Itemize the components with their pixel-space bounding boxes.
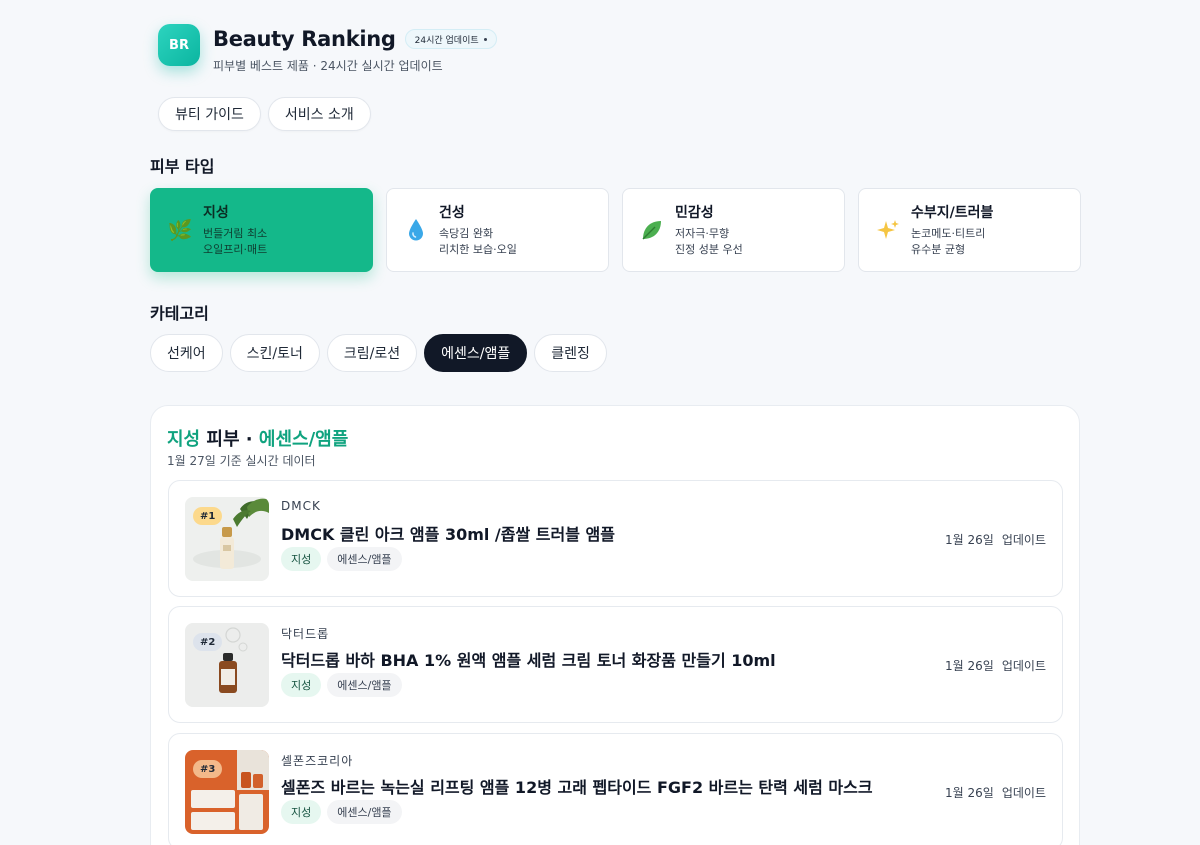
product-name[interactable]: DMCK 클린 아크 앰플 30ml /좁쌀 트러블 앰플 bbox=[281, 521, 615, 545]
skin-type-list: 🌿 지성 번들거림 최소 오일프리·매트 건성 속당김 완화 리치한 보습·오일… bbox=[150, 188, 1081, 272]
rank-badge: #1 bbox=[193, 507, 223, 525]
update-info: 1월 26일 업데이트 bbox=[945, 657, 1046, 674]
skin-tag: 지성 bbox=[281, 547, 322, 571]
header: BR Beauty Ranking 24시간 업데이트 피부별 베스트 제품 ·… bbox=[158, 24, 497, 74]
update-label: 업데이트 bbox=[1001, 533, 1046, 547]
skin-card-dry[interactable]: 건성 속당김 완화 리치한 보습·오일 bbox=[386, 188, 609, 272]
category-tag: 에센스/앰플 bbox=[327, 800, 402, 824]
skin-card-desc: 유수분 균형 bbox=[911, 243, 966, 256]
product-name[interactable]: 닥터드롭 바하 BHA 1% 원액 앰플 세럼 크림 토너 화장품 만들기 10… bbox=[281, 647, 776, 671]
update-badge-label: 24시간 업데이트 bbox=[414, 35, 479, 46]
product-tags: 지성 에센스/앰플 bbox=[281, 547, 402, 571]
category-list: 선케어 스킨/토너 크림/로션 에센스/앰플 클렌징 bbox=[150, 334, 607, 372]
app-subtitle: 피부별 베스트 제품 · 24시간 실시간 업데이트 bbox=[213, 59, 443, 73]
skin-card-name: 지성 bbox=[203, 205, 229, 221]
product-brand: 닥터드롭 bbox=[281, 627, 330, 641]
results-date-note: 1월 27일 기준 실시간 데이터 bbox=[167, 454, 316, 468]
skin-card-name: 수부지/트러블 bbox=[911, 205, 994, 221]
category-chip-essence[interactable]: 에센스/앰플 bbox=[424, 334, 528, 372]
product-card[interactable]: #2 닥터드롭 닥터드롭 바하 BHA 1% 원액 앰플 세럼 크림 토너 화장… bbox=[168, 606, 1063, 723]
skin-card-oily[interactable]: 🌿 지성 번들거림 최소 오일프리·매트 bbox=[150, 188, 373, 272]
skin-card-desc: 오일프리·매트 bbox=[203, 243, 268, 256]
logo[interactable]: BR bbox=[158, 24, 200, 66]
skin-type-heading: 피부 타입 bbox=[150, 157, 215, 176]
update-date: 1월 26일 bbox=[945, 533, 994, 547]
skin-card-name: 민감성 bbox=[675, 205, 714, 221]
droplet-icon bbox=[402, 216, 430, 244]
update-date: 1월 26일 bbox=[945, 659, 994, 673]
skin-tag: 지성 bbox=[281, 800, 322, 824]
service-intro-button[interactable]: 서비스 소개 bbox=[267, 97, 371, 131]
results-panel: 지성 피부 · 에센스/앰플 1월 27일 기준 실시간 데이터 #1 DMCK bbox=[150, 405, 1080, 845]
beauty-guide-button[interactable]: 뷰티 가이드 bbox=[158, 97, 261, 131]
brand-row: Beauty Ranking 24시간 업데이트 bbox=[213, 24, 497, 54]
product-image[interactable]: #3 bbox=[185, 750, 269, 834]
skin-card-text: 지성 번들거림 최소 오일프리·매트 bbox=[203, 202, 267, 258]
category-tag: 에센스/앰플 bbox=[327, 673, 402, 697]
leaf-icon bbox=[638, 216, 666, 244]
category-tag: 에센스/앰플 bbox=[327, 547, 402, 571]
category-chip-suncare[interactable]: 선케어 bbox=[150, 334, 223, 372]
skin-card-combination[interactable]: 수부지/트러블 논코메도·티트리 유수분 균형 bbox=[858, 188, 1081, 272]
update-info: 1월 26일 업데이트 bbox=[945, 784, 1046, 801]
product-image[interactable]: #2 bbox=[185, 623, 269, 707]
skin-card-text: 건성 속당김 완화 리치한 보습·오일 bbox=[439, 202, 517, 258]
results-mid: 피부 · bbox=[206, 429, 253, 450]
update-label: 업데이트 bbox=[1001, 786, 1046, 800]
live-dot-icon bbox=[483, 37, 487, 41]
skin-card-desc: 속당김 완화 bbox=[439, 227, 494, 240]
product-card[interactable]: #3 셀폰즈코리아 셀폰즈 바르는 녹는실 리프팅 앰플 12병 고래 펩타이드… bbox=[168, 733, 1063, 845]
skin-card-desc: 논코메도·티트리 bbox=[911, 227, 986, 240]
skin-tag: 지성 bbox=[281, 673, 322, 697]
skin-card-text: 민감성 저자극·무향 진정 성분 우선 bbox=[675, 202, 743, 258]
skin-card-desc: 진정 성분 우선 bbox=[675, 243, 743, 256]
rank-badge: #3 bbox=[193, 760, 223, 778]
skin-card-text: 수부지/트러블 논코메도·티트리 유수분 균형 bbox=[911, 202, 993, 258]
category-chip-cream[interactable]: 크림/로션 bbox=[326, 334, 418, 372]
results-skin: 지성 bbox=[167, 429, 201, 450]
results-title: 지성 피부 · 에센스/앰플 bbox=[167, 425, 348, 451]
product-brand: DMCK bbox=[281, 499, 321, 513]
update-date: 1월 26일 bbox=[945, 786, 994, 800]
update-info: 1월 26일 업데이트 bbox=[945, 531, 1046, 548]
product-brand: 셀폰즈코리아 bbox=[281, 754, 354, 768]
brand-block: Beauty Ranking 24시간 업데이트 피부별 베스트 제품 · 24… bbox=[213, 24, 497, 74]
rank-badge: #2 bbox=[193, 633, 223, 651]
update-label: 업데이트 bbox=[1001, 659, 1046, 673]
product-image[interactable]: #1 bbox=[185, 497, 269, 581]
category-heading: 카테고리 bbox=[150, 304, 209, 323]
skin-card-desc: 리치한 보습·오일 bbox=[439, 243, 517, 256]
product-card[interactable]: #1 DMCK DMCK 클린 아크 앰플 30ml /좁쌀 트러블 앰플 지성… bbox=[168, 480, 1063, 597]
product-tags: 지성 에센스/앰플 bbox=[281, 800, 402, 824]
herb-icon: 🌿 bbox=[167, 218, 193, 242]
results-category: 에센스/앰플 bbox=[258, 429, 349, 450]
update-badge: 24시간 업데이트 bbox=[404, 29, 497, 49]
sparkles-icon bbox=[874, 216, 902, 244]
top-nav: 뷰티 가이드 서비스 소개 bbox=[158, 97, 371, 131]
category-chip-toner[interactable]: 스킨/토너 bbox=[229, 334, 320, 372]
skin-card-name: 건성 bbox=[439, 205, 465, 221]
skin-card-desc: 저자극·무향 bbox=[675, 227, 730, 240]
app-title[interactable]: Beauty Ranking bbox=[213, 27, 396, 51]
skin-card-sensitive[interactable]: 민감성 저자극·무향 진정 성분 우선 bbox=[622, 188, 845, 272]
skin-card-desc: 번들거림 최소 bbox=[203, 227, 268, 240]
category-chip-cleansing[interactable]: 클렌징 bbox=[534, 334, 607, 372]
product-tags: 지성 에센스/앰플 bbox=[281, 673, 402, 697]
product-name[interactable]: 셀폰즈 바르는 녹는실 리프팅 앰플 12병 고래 펩타이드 FGF2 바르는 … bbox=[281, 774, 873, 798]
